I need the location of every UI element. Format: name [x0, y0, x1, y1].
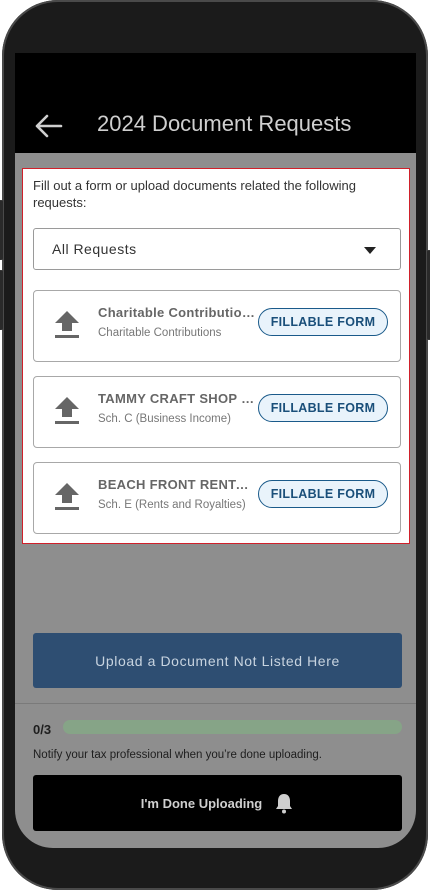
status-bar	[15, 53, 416, 97]
dropdown-selected-value: All Requests	[52, 241, 137, 257]
request-subtitle: Sch. C (Business Income)	[98, 413, 231, 425]
upload-progress-bar	[63, 720, 402, 734]
arrow-left-icon[interactable]	[33, 112, 65, 140]
upload-icon[interactable]	[52, 481, 82, 513]
fillable-form-button[interactable]: FILLABLE FORM	[258, 308, 388, 336]
notify-text: Notify your tax professional when you’re…	[33, 749, 322, 761]
document-requests-panel: Fill out a form or upload documents rela…	[22, 168, 410, 544]
bell-icon	[276, 794, 293, 814]
request-item-charitable[interactable]: Charitable Contributions Charitable Cont…	[33, 290, 401, 362]
request-name: BEACH FRONT RENTAL ...	[98, 477, 256, 492]
upload-other-document-button[interactable]: Upload a Document Not Listed Here	[33, 633, 402, 688]
request-item-tammy-craft-shop[interactable]: TAMMY CRAFT SHOP (T... Sch. C (Business …	[33, 376, 401, 448]
phone-side-button	[0, 200, 3, 260]
request-subtitle: Sch. E (Rents and Royalties)	[98, 499, 246, 511]
divider	[15, 703, 416, 704]
app-header: 2024 Document Requests	[15, 97, 416, 153]
progress-count: 0/3	[33, 722, 52, 737]
request-name: TAMMY CRAFT SHOP (T...	[98, 391, 256, 406]
fillable-form-button[interactable]: FILLABLE FORM	[258, 394, 388, 422]
fillable-form-button[interactable]: FILLABLE FORM	[258, 480, 388, 508]
done-uploading-button[interactable]: I'm Done Uploading	[33, 775, 402, 831]
request-subtitle: Charitable Contributions	[98, 327, 222, 339]
upload-icon[interactable]	[52, 395, 82, 427]
request-item-beach-front-rental[interactable]: BEACH FRONT RENTAL ... Sch. E (Rents and…	[33, 462, 401, 534]
page-title: 2024 Document Requests	[97, 111, 352, 136]
upload-icon[interactable]	[52, 309, 82, 341]
caret-down-icon	[364, 247, 376, 254]
phone-side-button	[0, 270, 3, 330]
app-screen: 2024 Document Requests Fill out a form o…	[15, 53, 416, 848]
request-name: Charitable Contributions	[98, 305, 256, 320]
request-filter-dropdown[interactable]: All Requests	[33, 228, 401, 270]
phone-frame: 2024 Document Requests Fill out a form o…	[0, 0, 430, 890]
done-uploading-label: I'm Done Uploading	[140, 795, 263, 811]
intro-text: Fill out a form or upload documents rela…	[33, 178, 357, 210]
